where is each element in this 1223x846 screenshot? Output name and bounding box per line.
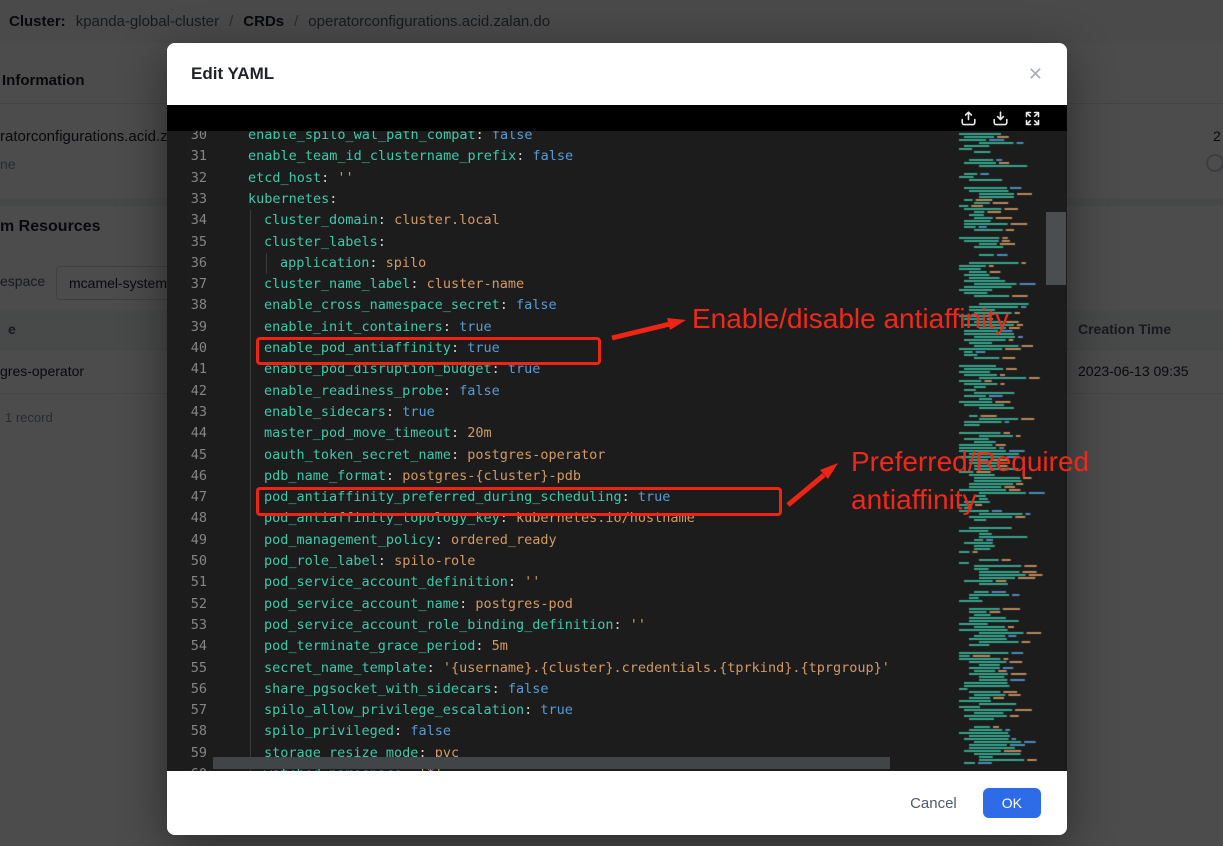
yaml-line-51[interactable]: 51pod_service_account_definition: '' [167, 572, 1067, 593]
download-icon[interactable] [992, 110, 1009, 127]
yaml-line-37[interactable]: 37cluster_name_label: cluster-name [167, 274, 1067, 295]
yaml-code: enable_init_containers: true [167, 317, 492, 338]
yaml-code: cluster_labels: [167, 232, 386, 253]
fullscreen-icon[interactable] [1024, 110, 1041, 127]
yaml-code: enable_spilo_wal_path_compat: false [167, 131, 533, 146]
yaml-code: pod_antiaffinity_preferred_during_schedu… [167, 487, 670, 508]
yaml-line-43[interactable]: 43enable_sidecars: true [167, 402, 1067, 423]
yaml-code: pod_terminate_grace_period: 5m [167, 636, 508, 657]
yaml-code: pdb_name_format: postgres-{cluster}-pdb [167, 466, 581, 487]
yaml-line-38[interactable]: 38enable_cross_namespace_secret: false [167, 295, 1067, 316]
close-icon[interactable]: ✕ [1028, 65, 1043, 83]
yaml-line-30[interactable]: 30enable_spilo_wal_path_compat: false [167, 131, 1067, 146]
ok-button[interactable]: OK [983, 788, 1041, 818]
upload-icon[interactable] [960, 110, 977, 127]
edit-yaml-dialog: Edit YAML ✕ [167, 43, 1067, 835]
indent-guide [250, 210, 251, 771]
yaml-line-52[interactable]: 52pod_service_account_name: postgres-pod [167, 594, 1067, 615]
vertical-scrollbar-thumb[interactable] [1046, 212, 1066, 285]
yaml-line-34[interactable]: 34cluster_domain: cluster.local [167, 210, 1067, 231]
yaml-line-55[interactable]: 55secret_name_template: '{username}.{clu… [167, 658, 1067, 679]
yaml-code: pod_service_account_role_binding_definit… [167, 615, 646, 636]
yaml-code: master_pod_move_timeout: 20m [167, 423, 492, 444]
dialog-footer: Cancel OK [167, 771, 1067, 835]
minimap[interactable] [955, 131, 1046, 771]
editor-toolbar [167, 105, 1067, 131]
yaml-code: application: spilo [167, 253, 426, 274]
yaml-code: share_pgsocket_with_sidecars: false [167, 679, 549, 700]
yaml-line-44[interactable]: 44master_pod_move_timeout: 20m [167, 423, 1067, 444]
yaml-code: secret_name_template: '{username}.{clust… [167, 658, 890, 679]
yaml-line-56[interactable]: 56share_pgsocket_with_sidecars: false [167, 679, 1067, 700]
yaml-line-53[interactable]: 53pod_service_account_role_binding_defin… [167, 615, 1067, 636]
yaml-line-36[interactable]: 36application: spilo [167, 253, 1067, 274]
yaml-line-50[interactable]: 50pod_role_label: spilo-role [167, 551, 1067, 572]
yaml-line-48[interactable]: 48pod_antiaffinity_topology_key: kuberne… [167, 508, 1067, 529]
yaml-code: pod_antiaffinity_topology_key: kubernete… [167, 508, 695, 529]
yaml-code: pod_service_account_definition: '' [167, 572, 540, 593]
yaml-code: enable_cross_namespace_secret: false [167, 295, 557, 316]
indent-guide [266, 253, 267, 274]
yaml-code: pod_service_account_name: postgres-pod [167, 594, 573, 615]
yaml-code: cluster_name_label: cluster-name [167, 274, 524, 295]
yaml-code: enable_team_id_clustername_prefix: false [167, 146, 573, 167]
yaml-code: spilo_allow_privilege_escalation: true [167, 700, 573, 721]
yaml-code: cluster_domain: cluster.local [167, 210, 500, 231]
yaml-line-46[interactable]: 46pdb_name_format: postgres-{cluster}-pd… [167, 466, 1067, 487]
yaml-line-58[interactable]: 58spilo_privileged: false [167, 721, 1067, 742]
yaml-code: pod_role_label: spilo-role [167, 551, 475, 572]
yaml-code: enable_pod_disruption_budget: true [167, 359, 540, 380]
yaml-line-33[interactable]: 33kubernetes: [167, 189, 1067, 210]
screen: Cluster: kpanda-global-cluster / CRDs / … [0, 0, 1223, 846]
yaml-code: enable_pod_antiaffinity: true [167, 338, 500, 359]
cancel-button[interactable]: Cancel [910, 795, 957, 812]
yaml-line-57[interactable]: 57spilo_allow_privilege_escalation: true [167, 700, 1067, 721]
yaml-code: kubernetes: [167, 189, 337, 210]
yaml-line-47[interactable]: 47pod_antiaffinity_preferred_during_sche… [167, 487, 1067, 508]
yaml-line-31[interactable]: 31enable_team_id_clustername_prefix: fal… [167, 146, 1067, 167]
yaml-line-35[interactable]: 35cluster_labels: [167, 232, 1067, 253]
yaml-line-40[interactable]: 40enable_pod_antiaffinity: true [167, 338, 1067, 359]
yaml-code: pod_management_policy: ordered_ready [167, 530, 557, 551]
horizontal-scrollbar-thumb[interactable] [213, 757, 890, 769]
yaml-code: oauth_token_secret_name: postgres-operat… [167, 445, 605, 466]
dialog-header: Edit YAML ✕ [167, 43, 1067, 105]
dialog-title: Edit YAML [191, 64, 274, 84]
yaml-line-54[interactable]: 54pod_terminate_grace_period: 5m [167, 636, 1067, 657]
yaml-line-39[interactable]: 39enable_init_containers: true [167, 317, 1067, 338]
yaml-code: enable_readiness_probe: false [167, 381, 500, 402]
yaml-code: etcd_host: '' [167, 168, 354, 189]
yaml-code: enable_sidecars: true [167, 402, 435, 423]
yaml-editor[interactable]: 30enable_spilo_wal_path_compat: false31e… [167, 131, 1067, 771]
yaml-line-32[interactable]: 32etcd_host: '' [167, 168, 1067, 189]
yaml-code: spilo_privileged: false [167, 721, 451, 742]
yaml-line-41[interactable]: 41enable_pod_disruption_budget: true [167, 359, 1067, 380]
yaml-line-49[interactable]: 49pod_management_policy: ordered_ready [167, 530, 1067, 551]
yaml-line-45[interactable]: 45oauth_token_secret_name: postgres-oper… [167, 445, 1067, 466]
yaml-line-42[interactable]: 42enable_readiness_probe: false [167, 381, 1067, 402]
